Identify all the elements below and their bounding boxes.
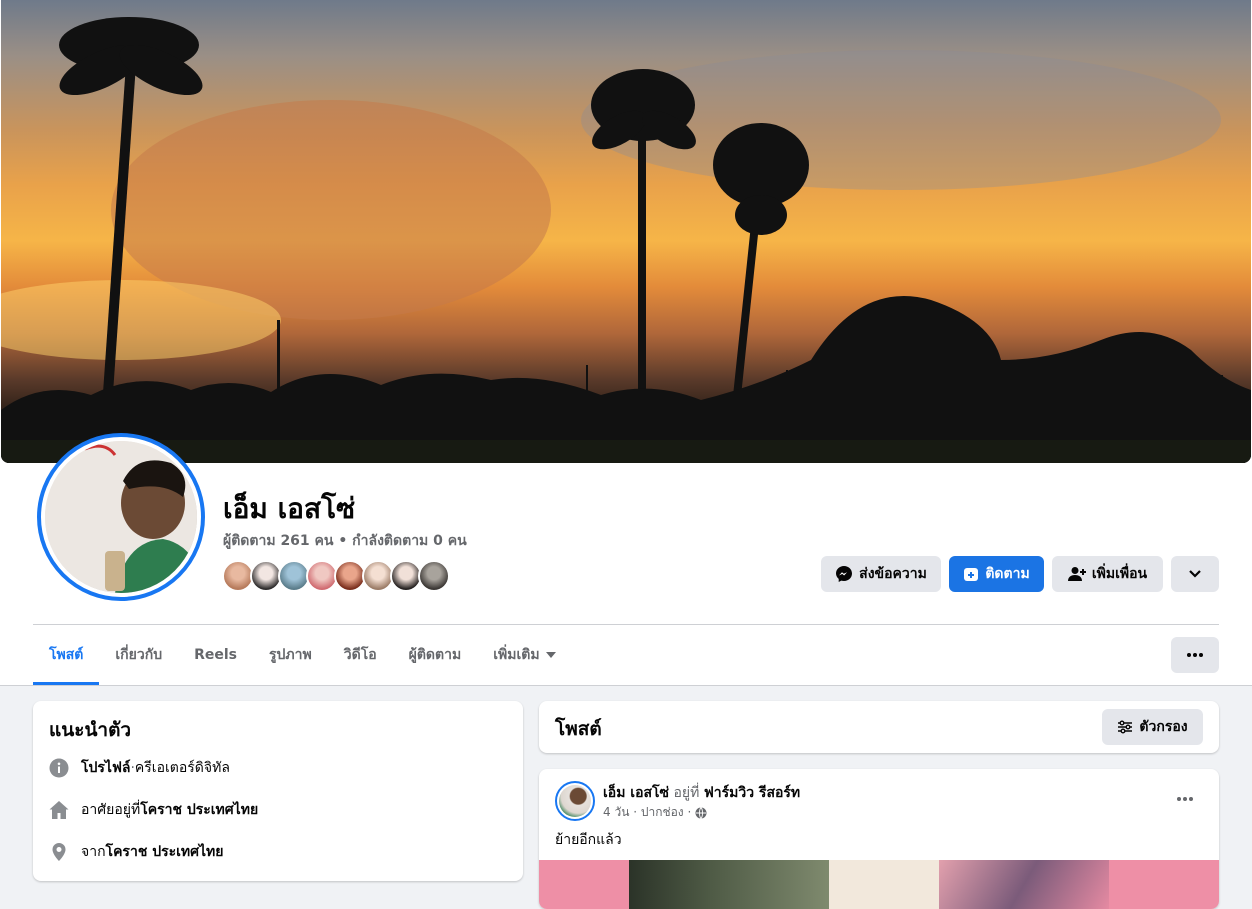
- profile-header: เอ็ม เอสโซ่ ผู้ติดตาม 261 คน • กำลังติดต…: [0, 0, 1252, 686]
- tab-label: โพสต์: [49, 647, 84, 663]
- follow-icon: [963, 566, 979, 582]
- home-icon: [49, 800, 69, 820]
- info-icon: [49, 758, 69, 778]
- intro-title: แนะนำตัว: [49, 719, 132, 741]
- friend-avatar[interactable]: [418, 560, 450, 592]
- chevron-down-icon: [1188, 569, 1202, 579]
- more-dots-icon: [1177, 797, 1193, 801]
- more-dots-icon: [1187, 653, 1203, 657]
- tab-label: วิดีโอ: [343, 647, 377, 663]
- post-image[interactable]: [539, 860, 1219, 909]
- more-profile-options-button[interactable]: [1171, 556, 1219, 592]
- post-card: เอ็ม เอสโซ่ อยู่ที่ ฟาร์มวิว รีสอร์ท 4 ว…: [539, 769, 1219, 909]
- post-options-button[interactable]: [1169, 783, 1201, 815]
- profile-tabs: โพสต์ เกี่ยวกับ Reels รูปภาพ วิดีโอ ผู้ต…: [33, 625, 572, 685]
- messenger-icon: [835, 565, 853, 583]
- message-button[interactable]: ส่งข้อความ: [821, 556, 941, 592]
- post-author-avatar[interactable]: [555, 781, 595, 821]
- posts-header-card: โพสต์ ตัวกรอง: [539, 701, 1219, 753]
- post-meta[interactable]: 4 วัน · ปากช่อง ·: [603, 803, 691, 822]
- intro-from-place[interactable]: โคราช ประเทศไทย: [106, 841, 224, 863]
- tab-more[interactable]: เพิ่มเติม: [477, 625, 571, 685]
- tab-photos[interactable]: รูปภาพ: [253, 625, 328, 685]
- tab-reels[interactable]: Reels: [178, 625, 253, 685]
- intro-card: แนะนำตัว โปรไฟล์ · ครีเอเตอร์ดิจิทัล อาศ…: [33, 701, 523, 881]
- caret-down-icon: [545, 652, 556, 658]
- follower-stats[interactable]: ผู้ติดตาม 261 คน • กำลังติดตาม 0 คน: [223, 530, 467, 552]
- tab-label: Reels: [194, 647, 237, 663]
- post-author-name[interactable]: เอ็ม เอสโซ่: [603, 785, 669, 801]
- location-pin-icon: [49, 842, 69, 862]
- tab-videos[interactable]: วิดีโอ: [328, 625, 393, 685]
- follow-button-label: ติดตาม: [985, 566, 1030, 582]
- filter-button-label: ตัวกรอง: [1139, 719, 1188, 735]
- tab-posts[interactable]: โพสต์: [33, 625, 100, 685]
- profile-avatar[interactable]: [37, 433, 205, 601]
- post-header-line: เอ็ม เอสโซ่ อยู่ที่ ฟาร์มวิว รีสอร์ท: [603, 782, 800, 804]
- post-at-text: อยู่ที่: [669, 785, 704, 801]
- add-friend-icon: [1067, 566, 1086, 582]
- tab-overflow-button[interactable]: [1171, 637, 1219, 673]
- post-place[interactable]: ฟาร์มวิว รีสอร์ท: [704, 785, 800, 801]
- intro-lives-place[interactable]: โคราช ประเทศไทย: [140, 799, 258, 821]
- intro-lives-prefix: อาศัยอยู่ที่: [81, 802, 141, 818]
- add-friend-button-label: เพิ่มเพื่อน: [1091, 566, 1148, 582]
- intro-lives-row: อาศัยอยู่ที่ โคราช ประเทศไทย: [49, 799, 258, 821]
- filter-button[interactable]: ตัวกรอง: [1102, 709, 1203, 745]
- message-button-label: ส่งข้อความ: [859, 566, 927, 582]
- post-body-text: ย้ายอีกแล้ว: [555, 832, 622, 848]
- cover-photo[interactable]: [1, 0, 1251, 463]
- filter-icon: [1117, 720, 1133, 734]
- tab-label: เกี่ยวกับ: [115, 647, 163, 663]
- tab-label: เพิ่มเติม: [493, 647, 540, 663]
- tab-about[interactable]: เกี่ยวกับ: [99, 625, 178, 685]
- intro-from-prefix: จาก: [81, 844, 106, 860]
- intro-profile-row: โปรไฟล์ · ครีเอเตอร์ดิจิทัล: [49, 757, 230, 779]
- profile-name: เอ็ม เอสโซ่: [223, 492, 356, 525]
- posts-title: โพสต์: [555, 718, 602, 740]
- tab-label: ผู้ติดตาม: [408, 647, 462, 663]
- intro-from-row: จาก โคราช ประเทศไทย: [49, 841, 224, 863]
- tab-followers[interactable]: ผู้ติดตาม: [393, 625, 478, 685]
- friend-avatars: [222, 560, 450, 592]
- intro-profile-label: โปรไฟล์: [81, 760, 131, 776]
- tab-label: รูปภาพ: [269, 647, 312, 663]
- globe-icon: [695, 806, 707, 819]
- post-meta-line: 4 วัน · ปากช่อง ·: [603, 803, 707, 822]
- intro-profile-category[interactable]: ครีเอเตอร์ดิจิทัล: [135, 757, 230, 779]
- follow-button[interactable]: ติดตาม: [949, 556, 1044, 592]
- add-friend-button[interactable]: เพิ่มเพื่อน: [1052, 556, 1163, 592]
